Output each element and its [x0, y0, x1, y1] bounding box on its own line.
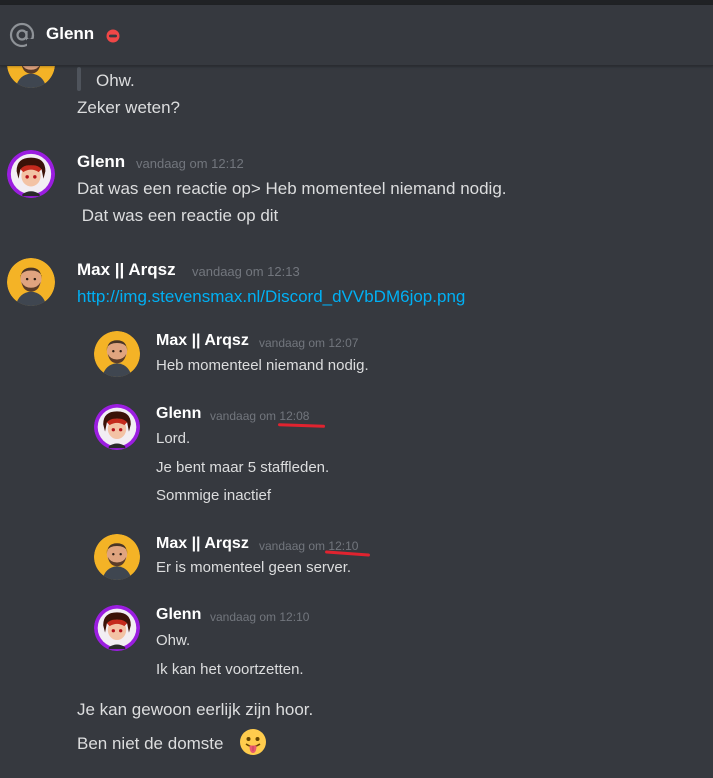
quote-bar	[77, 67, 81, 91]
message-text: Ben niet de domste	[77, 734, 224, 753]
avatar[interactable]	[7, 150, 55, 198]
embedded-timestamp: vandaag om 12:07	[259, 336, 359, 350]
avatar[interactable]	[7, 258, 55, 306]
timestamp-prefix: vandaag om	[210, 409, 280, 423]
embedded-text: Ohw.	[156, 632, 191, 649]
message-author[interactable]: Max || Arqsz	[77, 260, 176, 280]
message-text: Dat was een reactie op> Heb momenteel ni…	[77, 179, 507, 198]
image-link[interactable]: http://img.stevensmax.nl/Discord_dVVbDM6…	[77, 287, 465, 307]
message-timestamp: vandaag om 12:13	[192, 264, 300, 279]
red-annotation-underline	[277, 423, 326, 428]
embedded-timestamp: vandaag om 12:08	[210, 409, 309, 423]
red-annotation-underline	[324, 550, 371, 557]
embedded-author: Glenn	[156, 606, 202, 623]
avatar	[94, 534, 140, 580]
embedded-text: Je bent maar 5 staffleden.	[156, 459, 330, 476]
stuck-out-tongue-emoji	[239, 728, 267, 756]
message-timestamp: vandaag om 12:12	[136, 156, 244, 171]
embedded-text: Ik kan het voortzetten.	[156, 661, 304, 678]
do-not-disturb-icon	[106, 29, 120, 43]
avatar	[94, 331, 140, 377]
avatar	[94, 605, 140, 651]
embedded-text: Lord.	[156, 430, 191, 447]
embedded-author: Max || Arqsz	[156, 332, 249, 349]
message-text: Je kan gewoon eerlijk zijn hoor.	[77, 700, 314, 719]
message-text: Zeker weten?	[77, 98, 180, 117]
embedded-author: Max || Arqsz	[156, 535, 249, 552]
page-title: Glenn	[46, 24, 95, 43]
channel-header: Glenn	[0, 5, 713, 66]
at-icon	[9, 22, 35, 48]
embedded-text: Heb momenteel niemand nodig.	[156, 357, 369, 374]
avatar	[94, 404, 140, 450]
timestamp-time: 12:08	[279, 409, 310, 423]
message-text: Dat was een reactie op dit	[77, 206, 279, 225]
embedded-author: Glenn	[156, 405, 202, 422]
timestamp-prefix: vandaag om	[259, 539, 329, 553]
message-author[interactable]: Glenn	[77, 152, 125, 172]
message-text: Ohw.	[96, 71, 135, 90]
embedded-text: Sommige inactief	[156, 487, 272, 504]
message-list[interactable]: Ohw. Zeker weten? Glenn vandaag om 12:12…	[0, 0, 713, 778]
embedded-text: Er is momenteel geen server.	[156, 559, 352, 576]
embedded-timestamp: vandaag om 12:10	[210, 610, 310, 624]
